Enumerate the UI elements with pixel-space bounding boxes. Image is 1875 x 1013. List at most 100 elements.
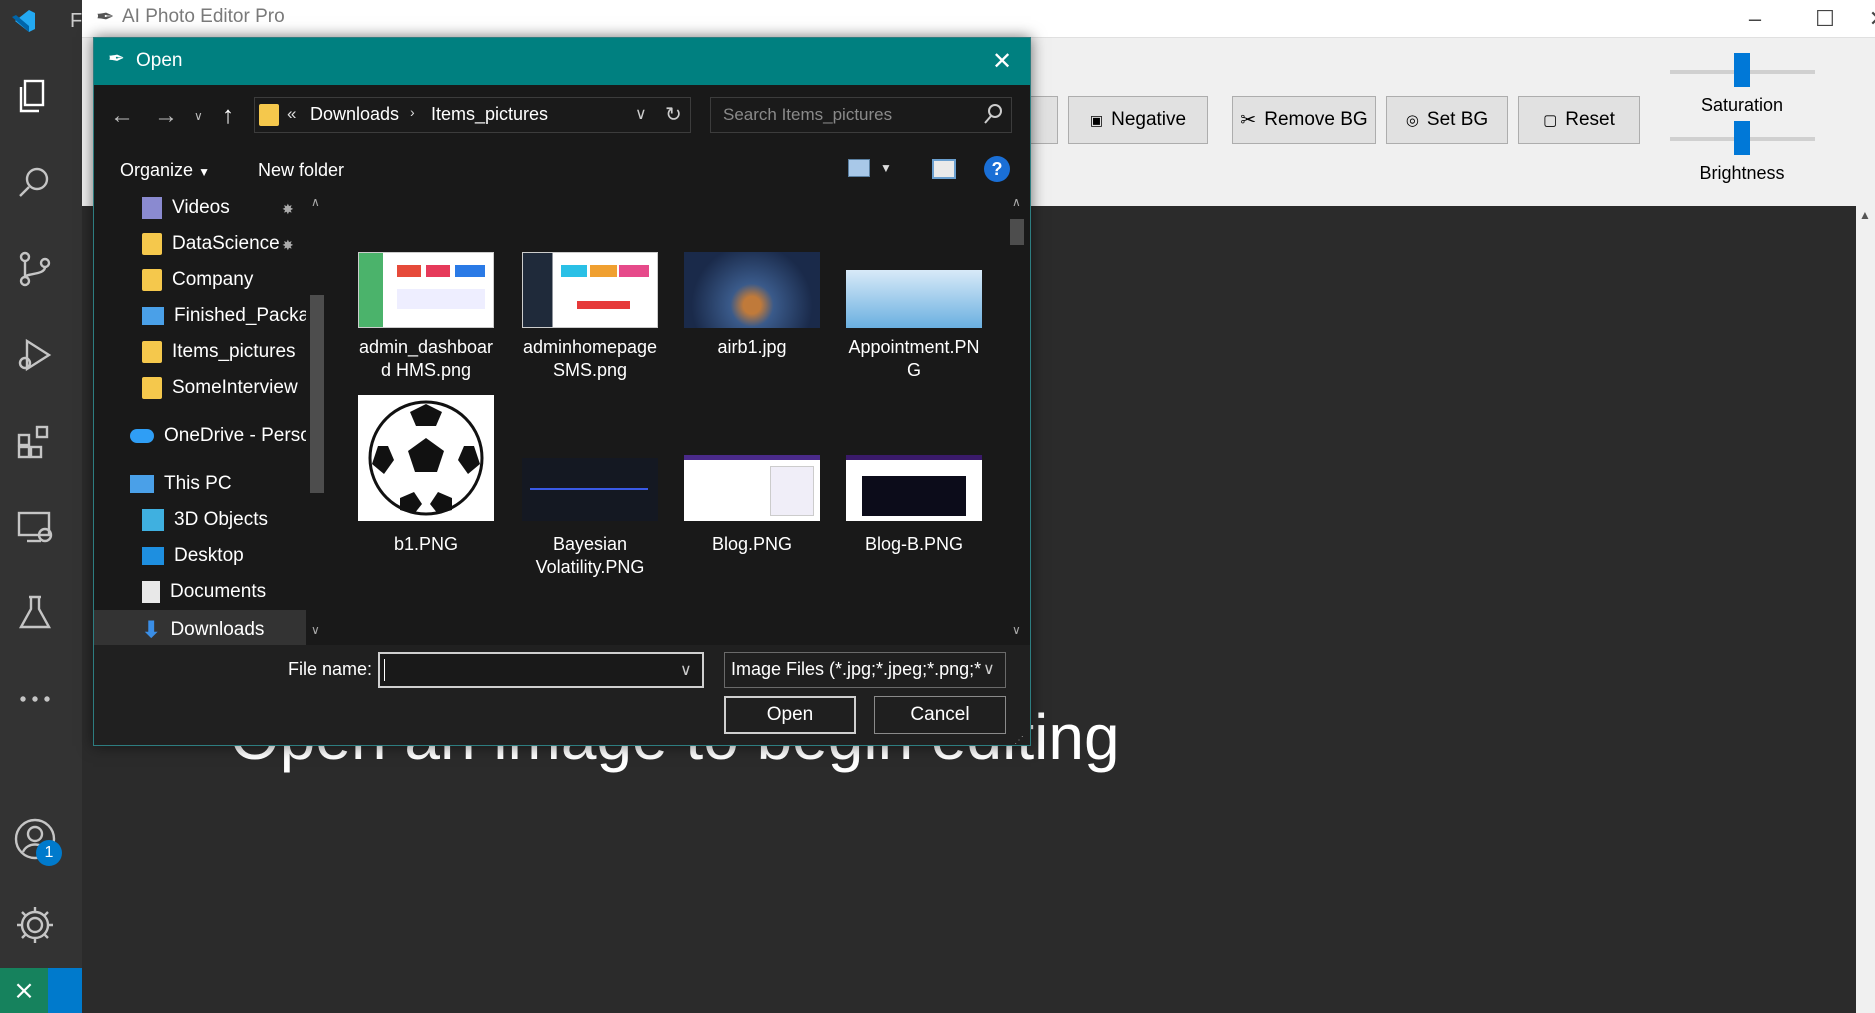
file-name-label: b1.PNG <box>393 534 459 554</box>
negative-label: Negative <box>1111 109 1187 130</box>
breadcrumb-separator-icon: › <box>410 104 415 120</box>
folder-icon <box>142 377 162 399</box>
desktop-icon <box>142 547 164 565</box>
file-thumbnail <box>684 252 820 328</box>
nav-item-3d-objects[interactable]: 3D Objects <box>142 509 268 531</box>
address-dropdown-icon[interactable]: ∨ <box>635 104 647 124</box>
file-thumbnail <box>358 395 494 521</box>
text-cursor <box>384 659 385 681</box>
nav-item-this-pc[interactable]: This PC <box>130 473 232 495</box>
dialog-title: Open <box>136 50 183 71</box>
help-icon[interactable]: ? <box>984 156 1010 182</box>
remote-indicator-icon[interactable]: ⨯ <box>0 968 48 1013</box>
negative-button[interactable]: ▣ Negative <box>1068 96 1208 144</box>
source-control-icon[interactable] <box>0 234 70 304</box>
change-view-icon[interactable] <box>848 159 870 177</box>
remove-bg-button[interactable]: ✂ Remove BG <box>1232 96 1376 144</box>
new-folder-button[interactable]: New folder <box>258 160 344 181</box>
nav-item-items-pictures[interactable]: Items_pictures <box>142 341 296 363</box>
documents-icon <box>142 581 160 603</box>
vscode-activity-bar: 1 <box>0 0 82 1013</box>
file-name-label: adminhomepage SMS.png <box>522 337 658 380</box>
file-list-scrollbar[interactable]: ∧ ∨ <box>1004 195 1030 645</box>
nav-item-label: Desktop <box>174 545 244 566</box>
nav-item-videos[interactable]: Videos <box>142 197 230 219</box>
file-name-label: admin_dashboar d HMS.png <box>358 337 494 380</box>
nav-item-label: Videos <box>172 197 230 218</box>
brightness-label: Brightness <box>1699 163 1785 183</box>
organize-button[interactable]: Organize ▼ <box>120 160 210 181</box>
cancel-button[interactable]: Cancel <box>874 696 1006 734</box>
nav-item-label: This PC <box>164 473 232 494</box>
settings-gear-icon[interactable] <box>0 890 70 960</box>
vscode-title-fragment: F <box>70 10 83 32</box>
nav-item-label: Finished_Packag <box>174 305 320 326</box>
address-bar[interactable]: « Downloads › Items_pictures ∨ ↻ <box>254 97 691 133</box>
monitor-folder-icon <box>142 307 164 325</box>
vscode-logo-icon <box>0 0 46 42</box>
reset-button[interactable]: ▢ Reset <box>1518 96 1640 144</box>
resize-grip-icon[interactable]: ⋰ <box>1014 735 1024 746</box>
palette-icon: ◎ <box>1405 112 1419 129</box>
breadcrumb-items-pictures[interactable]: Items_pictures <box>431 104 548 125</box>
reset-icon: ▢ <box>1543 112 1558 129</box>
nav-item-datascience[interactable]: DataScience <box>142 233 280 255</box>
dialog-close-button[interactable]: ✕ <box>992 47 1012 76</box>
recent-locations-chevron-icon[interactable]: ∨ <box>194 109 203 123</box>
accounts-icon[interactable] <box>0 804 70 874</box>
breadcrumb-overflow[interactable]: « <box>287 104 296 124</box>
file-list-scrollbar-thumb[interactable] <box>1010 219 1024 245</box>
nav-item-desktop[interactable]: Desktop <box>142 545 244 567</box>
minimize-button[interactable]: – <box>1720 0 1790 38</box>
refresh-icon[interactable]: ↻ <box>665 102 682 127</box>
extensions-icon[interactable] <box>0 406 70 476</box>
close-button[interactable]: ✕ <box>1860 0 1875 38</box>
explorer-icon[interactable] <box>0 62 70 132</box>
maximize-button[interactable]: ☐ <box>1790 0 1860 38</box>
brightness-slider-thumb[interactable] <box>1734 121 1750 155</box>
remote-explorer-icon[interactable] <box>0 492 70 562</box>
file-thumbnail <box>846 270 982 328</box>
open-button[interactable]: Open <box>724 696 856 734</box>
forward-arrow-icon[interactable]: → <box>154 102 178 130</box>
saturation-slider-thumb[interactable] <box>1734 53 1750 87</box>
file-name-input[interactable]: ∨ <box>378 652 704 688</box>
accounts-badge: 1 <box>36 840 62 866</box>
file-name-label: Blog-B.PNG <box>864 534 964 554</box>
nav-item-finished-packag[interactable]: Finished_Packag <box>142 305 320 327</box>
preview-pane-icon[interactable] <box>932 159 956 179</box>
nav-item-onedrive[interactable]: OneDrive - Persor <box>130 425 317 447</box>
view-dropdown-icon[interactable]: ▼ <box>880 161 892 175</box>
search-input[interactable]: Search Items_pictures <box>710 97 1012 133</box>
more-icon[interactable] <box>0 664 70 734</box>
nav-item-label: 3D Objects <box>174 509 268 530</box>
set-bg-label: Set BG <box>1426 109 1489 130</box>
nav-item-downloads[interactable]: ⬇ Downloads <box>142 617 264 643</box>
file-name-dropdown-icon[interactable]: ∨ <box>680 660 692 680</box>
back-arrow-icon[interactable]: ← <box>110 102 134 130</box>
nav-item-documents[interactable]: Documents <box>142 581 266 603</box>
navigation-scrollbar[interactable]: ∧ ∨ <box>306 195 328 645</box>
set-bg-button[interactable]: ◎ Set BG <box>1386 96 1508 144</box>
breadcrumb-downloads[interactable]: Downloads <box>310 104 399 125</box>
testing-icon[interactable] <box>0 578 70 648</box>
scroll-up-icon[interactable]: ∧ <box>311 195 320 209</box>
nav-item-company[interactable]: Company <box>142 269 253 291</box>
run-debug-icon[interactable] <box>0 320 70 390</box>
file-thumbnail <box>522 252 658 328</box>
file-type-select[interactable]: Image Files (*.jpg;*.jpeg;*.png;* ∨ <box>724 652 1006 688</box>
nav-item-someinterview[interactable]: SomeInterview <box>142 377 298 399</box>
scroll-up-icon[interactable]: ∧ <box>1012 195 1021 209</box>
navigation-scrollbar-thumb[interactable] <box>310 295 324 493</box>
file-type-dropdown-icon[interactable]: ∨ <box>983 659 995 679</box>
up-arrow-icon[interactable]: ↑ <box>222 102 234 130</box>
nav-item-label: Downloads <box>170 619 265 640</box>
scroll-up-icon[interactable]: ▲ <box>1859 208 1871 222</box>
scroll-down-icon[interactable]: ∨ <box>311 623 320 637</box>
canvas-scrollbar[interactable]: ▲ <box>1856 206 1875 1013</box>
file-thumbnail <box>358 252 494 328</box>
search-icon[interactable] <box>0 148 70 218</box>
status-bar-segment <box>48 968 84 1013</box>
scroll-down-icon[interactable]: ∨ <box>1012 623 1021 637</box>
search-icon <box>983 103 1003 130</box>
